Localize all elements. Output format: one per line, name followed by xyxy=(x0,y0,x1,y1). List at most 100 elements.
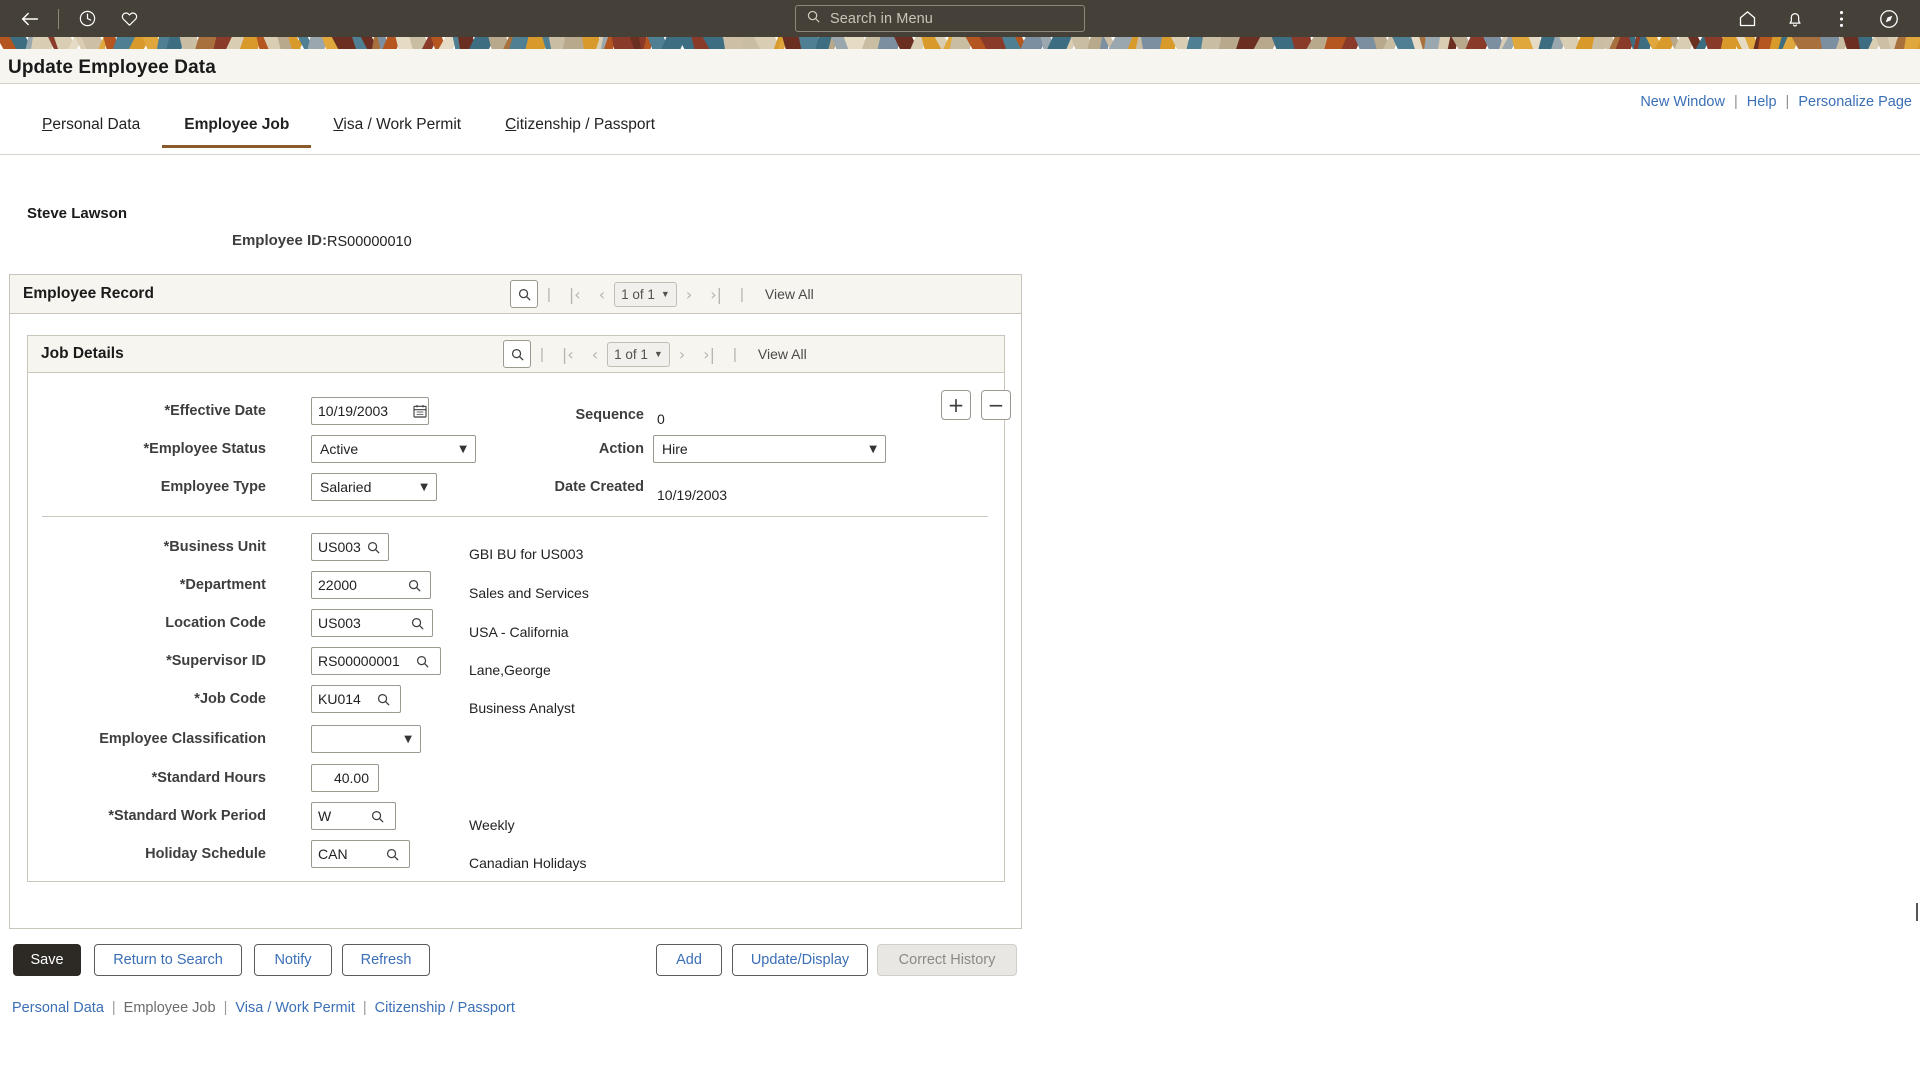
department-description: Sales and Services xyxy=(469,585,589,601)
date-created-label: Date Created xyxy=(508,479,644,495)
lookup-icon[interactable] xyxy=(410,616,425,631)
kebab-menu-icon[interactable] xyxy=(1818,0,1865,37)
home-icon[interactable] xyxy=(1724,0,1771,37)
employee-id-value: RS00000010 xyxy=(327,234,412,250)
tab-personal-data[interactable]: Personal Data xyxy=(20,112,162,148)
job-code-label: *Job Code xyxy=(76,691,266,707)
new-window-link[interactable]: New Window xyxy=(1640,94,1725,110)
standard-hours-input[interactable]: 40.00 xyxy=(311,764,379,792)
chevron-down-icon: ▼ xyxy=(869,444,877,455)
employee-type-value: Salaried xyxy=(320,479,371,495)
correct-history-button: Correct History xyxy=(877,944,1017,976)
lookup-icon[interactable] xyxy=(385,847,400,862)
employee-type-label: Employee Type xyxy=(76,479,266,495)
personalize-page-link[interactable]: Personalize Page xyxy=(1798,94,1912,110)
employee-status-select[interactable]: Active ▼ xyxy=(311,435,476,463)
nav-separator: | xyxy=(531,346,553,363)
location-code-description: USA - California xyxy=(469,624,569,640)
employee-record-search-icon[interactable] xyxy=(510,280,538,308)
sequence-value: 0 xyxy=(657,411,665,427)
application-header-bar: Search in Menu xyxy=(0,0,1920,37)
save-button[interactable]: Save xyxy=(13,944,81,976)
employee-record-nav-group: | |‹ ‹ 1 of 1 ▼ › ›| | View All xyxy=(510,275,814,314)
location-code-label: Location Code xyxy=(76,615,266,631)
tab-employee-job[interactable]: Employee Job xyxy=(162,112,311,148)
employee-record-title: Employee Record xyxy=(10,285,154,303)
delete-row-button[interactable]: − xyxy=(981,390,1011,420)
clock-icon[interactable] xyxy=(67,0,107,37)
compass-icon[interactable] xyxy=(1865,0,1912,37)
standard-work-period-description: Weekly xyxy=(469,817,515,833)
employee-id-label: Employee ID: xyxy=(212,232,327,249)
add-row-button[interactable]: + xyxy=(941,390,971,420)
previous-page-icon[interactable]: ‹ xyxy=(583,345,607,364)
tab-accesskey: V xyxy=(333,116,343,133)
heart-icon[interactable] xyxy=(109,0,149,37)
standard-hours-label: *Standard Hours xyxy=(76,770,266,786)
return-to-search-button[interactable]: Return to Search xyxy=(94,944,242,976)
add-button[interactable]: Add xyxy=(656,944,722,976)
lookup-icon[interactable] xyxy=(370,809,385,824)
update-display-button[interactable]: Update/Display xyxy=(732,944,868,976)
job-details-counter-text: 1 of 1 xyxy=(614,347,648,362)
action-select[interactable]: Hire ▼ xyxy=(653,435,886,463)
job-details-panel-header: Job Details | |‹ ‹ 1 of 1 ▼ › ›| | View … xyxy=(28,336,1004,373)
employee-record-view-all-link[interactable]: View All xyxy=(753,286,814,302)
text-cursor xyxy=(1916,903,1918,921)
calendar-icon[interactable] xyxy=(412,403,428,419)
chevron-down-icon: ▼ xyxy=(404,734,412,745)
first-page-icon[interactable]: |‹ xyxy=(553,345,583,364)
bottom-link-citizenship-passport[interactable]: Citizenship / Passport xyxy=(375,1000,515,1016)
employee-record-row-counter[interactable]: 1 of 1 ▼ xyxy=(614,282,677,307)
tab-label: isa / Work Permit xyxy=(343,116,461,133)
bottom-link-visa-work-permit[interactable]: Visa / Work Permit xyxy=(235,1000,355,1016)
employee-classification-select[interactable]: ▼ xyxy=(311,725,421,753)
tab-citizenship-passport[interactable]: Citizenship / Passport xyxy=(483,112,677,148)
employee-type-select[interactable]: Salaried ▼ xyxy=(311,473,437,501)
action-label: Action xyxy=(508,441,644,457)
search-placeholder-text: Search in Menu xyxy=(830,11,933,27)
chevron-down-icon: ▼ xyxy=(654,349,663,359)
employee-record-panel-header: Employee Record | |‹ ‹ 1 of 1 ▼ › ›| | V… xyxy=(10,275,1021,314)
link-separator: | xyxy=(363,1000,367,1016)
job-details-view-all-link[interactable]: View All xyxy=(746,346,807,362)
nav-separator: | xyxy=(724,346,746,363)
holiday-schedule-label: Holiday Schedule xyxy=(76,846,266,862)
refresh-button[interactable]: Refresh xyxy=(342,944,430,976)
page-title-bar xyxy=(0,49,1920,84)
tab-bar: Personal Data Employee Job Visa / Work Per… xyxy=(0,112,1920,154)
lookup-icon[interactable] xyxy=(415,654,430,669)
job-details-title: Job Details xyxy=(28,345,124,363)
job-details-row-counter[interactable]: 1 of 1 ▼ xyxy=(607,342,670,367)
job-details-nav-group: | |‹ ‹ 1 of 1 ▼ › ›| | View All xyxy=(503,335,807,374)
employee-status-label: *Employee Status xyxy=(76,441,266,457)
lookup-icon[interactable] xyxy=(376,692,391,707)
employee-record-counter-text: 1 of 1 xyxy=(621,287,655,302)
previous-page-icon[interactable]: ‹ xyxy=(590,285,614,304)
employee-status-value: Active xyxy=(320,441,358,457)
job-details-search-icon[interactable] xyxy=(503,340,531,368)
help-link[interactable]: Help xyxy=(1747,94,1777,110)
chevron-down-icon: ▼ xyxy=(420,482,428,493)
job-details-panel: Job Details | |‹ ‹ 1 of 1 ▼ › ›| | View … xyxy=(27,335,1005,882)
next-page-icon[interactable]: › xyxy=(677,285,701,304)
back-arrow-icon[interactable] xyxy=(10,0,50,37)
tab-visa-work-permit[interactable]: Visa / Work Permit xyxy=(311,112,483,148)
lookup-icon[interactable] xyxy=(407,578,422,593)
bottom-link-personal-data[interactable]: Personal Data xyxy=(12,1000,104,1016)
notify-button[interactable]: Notify xyxy=(254,944,332,976)
link-separator: | xyxy=(1734,94,1738,110)
first-page-icon[interactable]: |‹ xyxy=(560,285,590,304)
decorative-pattern-strip xyxy=(0,37,1920,49)
tab-label: Employee Job xyxy=(184,116,289,133)
lookup-icon[interactable] xyxy=(366,540,381,555)
bottom-link-employee-job: Employee Job xyxy=(124,1000,216,1016)
last-page-icon[interactable]: ›| xyxy=(701,285,731,304)
search-input[interactable]: Search in Menu xyxy=(795,5,1085,32)
business-unit-description: GBI BU for US003 xyxy=(469,546,583,562)
next-page-icon[interactable]: › xyxy=(670,345,694,364)
chevron-down-icon: ▼ xyxy=(661,289,670,299)
last-page-icon[interactable]: ›| xyxy=(694,345,724,364)
department-label: *Department xyxy=(76,577,266,593)
bell-icon[interactable] xyxy=(1771,0,1818,37)
